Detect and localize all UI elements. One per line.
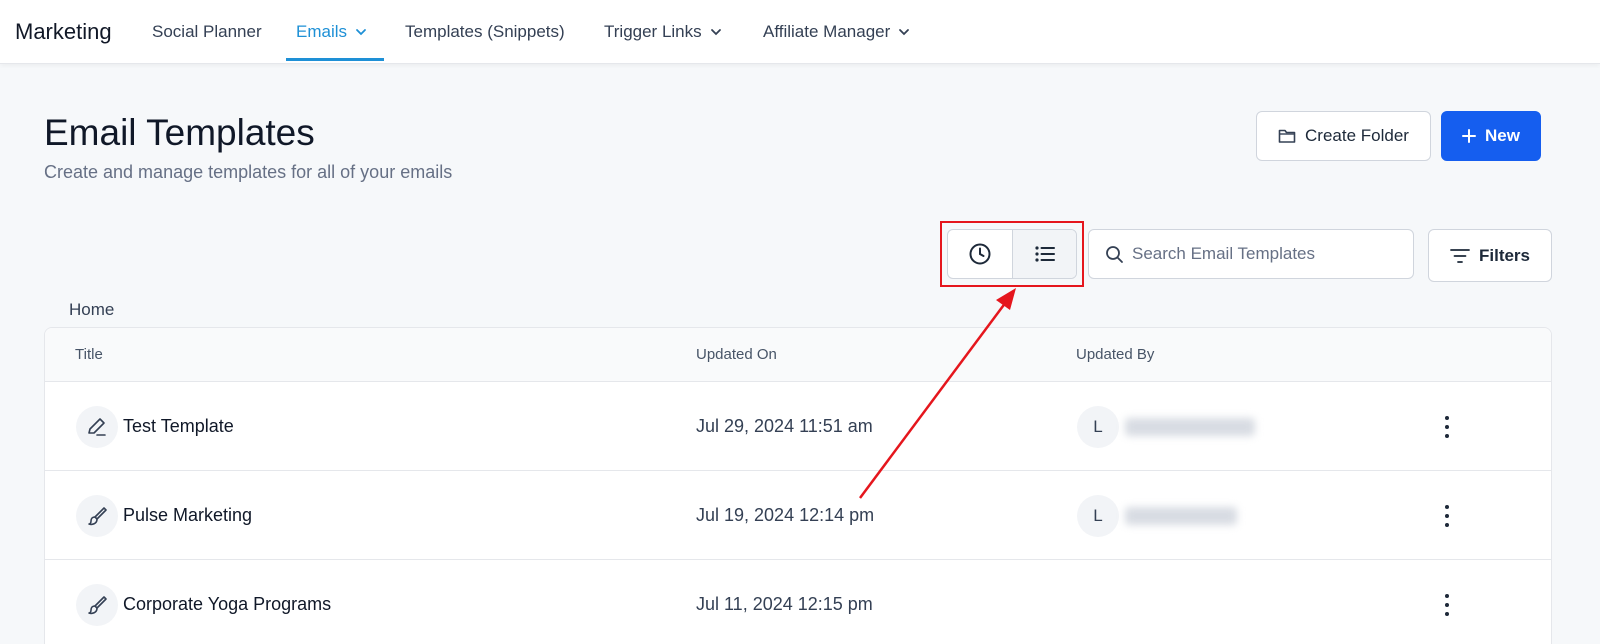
folder-icon xyxy=(1278,129,1296,143)
nav-label: Social Planner xyxy=(152,22,262,41)
filters-label: Filters xyxy=(1478,245,1531,265)
new-button[interactable]: New xyxy=(1441,111,1541,161)
nav-label: Affiliate Manager xyxy=(763,22,891,41)
nav-social-planner[interactable]: Social Planner xyxy=(152,22,262,42)
template-updated-on: Jul 11, 2024 12:15 pm xyxy=(696,594,873,614)
brand-title: Marketing xyxy=(15,19,112,44)
page-subtitle: Create and manage templates for all of y… xyxy=(44,162,453,182)
nav-trigger-links[interactable]: Trigger Links xyxy=(604,22,722,42)
search-input[interactable] xyxy=(1132,244,1402,264)
create-folder-button[interactable]: Create Folder xyxy=(1256,111,1431,161)
chevron-down-icon xyxy=(710,29,721,36)
top-navigation: Marketing Social Planner Emails Template… xyxy=(0,0,1600,64)
chevron-down-icon xyxy=(356,29,366,36)
table-row[interactable]: Test Template Jul 29, 2024 11:51 am L xyxy=(45,382,1551,471)
create-folder-label: Create Folder xyxy=(1305,126,1409,145)
nav-templates-snippets[interactable]: Templates (Snippets) xyxy=(405,22,565,42)
updated-by-name-redacted xyxy=(1125,418,1255,436)
nav-label: Trigger Links xyxy=(604,22,702,41)
column-updated-by: Updated By xyxy=(1076,346,1155,363)
new-label: New xyxy=(1485,126,1520,145)
page-title: Email Templates xyxy=(44,112,315,153)
search-box xyxy=(1088,229,1414,279)
updated-by-name-redacted xyxy=(1125,507,1237,525)
pen-icon xyxy=(76,406,118,448)
breadcrumb[interactable]: Home xyxy=(69,300,114,320)
nav-affiliate-manager[interactable]: Affiliate Manager xyxy=(763,22,910,42)
active-tab-underline xyxy=(286,58,384,61)
more-options-button[interactable] xyxy=(1441,502,1453,530)
table-row[interactable]: Corporate Yoga Programs Jul 11, 2024 12:… xyxy=(45,560,1551,644)
template-title[interactable]: Test Template xyxy=(123,416,234,437)
template-updated-on: Jul 29, 2024 11:51 am xyxy=(696,416,873,436)
more-options-button[interactable] xyxy=(1441,413,1453,441)
chevron-down-icon xyxy=(899,29,910,36)
filters-button[interactable]: Filters xyxy=(1428,229,1552,282)
list-icon xyxy=(1034,246,1055,262)
table-row[interactable]: Pulse Marketing Jul 19, 2024 12:14 pm L xyxy=(45,471,1551,560)
nav-label: Templates (Snippets) xyxy=(405,22,565,41)
templates-table: Title Updated On Updated By Test Templat… xyxy=(44,327,1552,644)
brush-icon xyxy=(76,584,118,626)
more-options-button[interactable] xyxy=(1441,591,1453,619)
search-icon xyxy=(1106,245,1123,263)
plus-icon xyxy=(1462,129,1477,143)
clock-icon xyxy=(969,243,991,265)
avatar: L xyxy=(1077,495,1119,537)
column-title: Title xyxy=(75,346,103,363)
list-view-button[interactable] xyxy=(1012,230,1076,278)
template-updated-on: Jul 19, 2024 12:14 pm xyxy=(696,505,875,525)
recent-view-button[interactable] xyxy=(948,230,1012,278)
nav-label: Emails xyxy=(296,22,348,41)
avatar: L xyxy=(1077,406,1119,448)
template-title[interactable]: Corporate Yoga Programs xyxy=(123,594,331,615)
template-title[interactable]: Pulse Marketing xyxy=(123,505,252,526)
nav-emails[interactable]: Emails xyxy=(296,22,367,42)
view-mode-toggle xyxy=(947,229,1077,279)
filter-icon xyxy=(1450,248,1470,263)
column-updated-on: Updated On xyxy=(696,346,777,363)
table-header: Title Updated On Updated By xyxy=(45,328,1551,382)
brush-icon xyxy=(76,495,118,537)
